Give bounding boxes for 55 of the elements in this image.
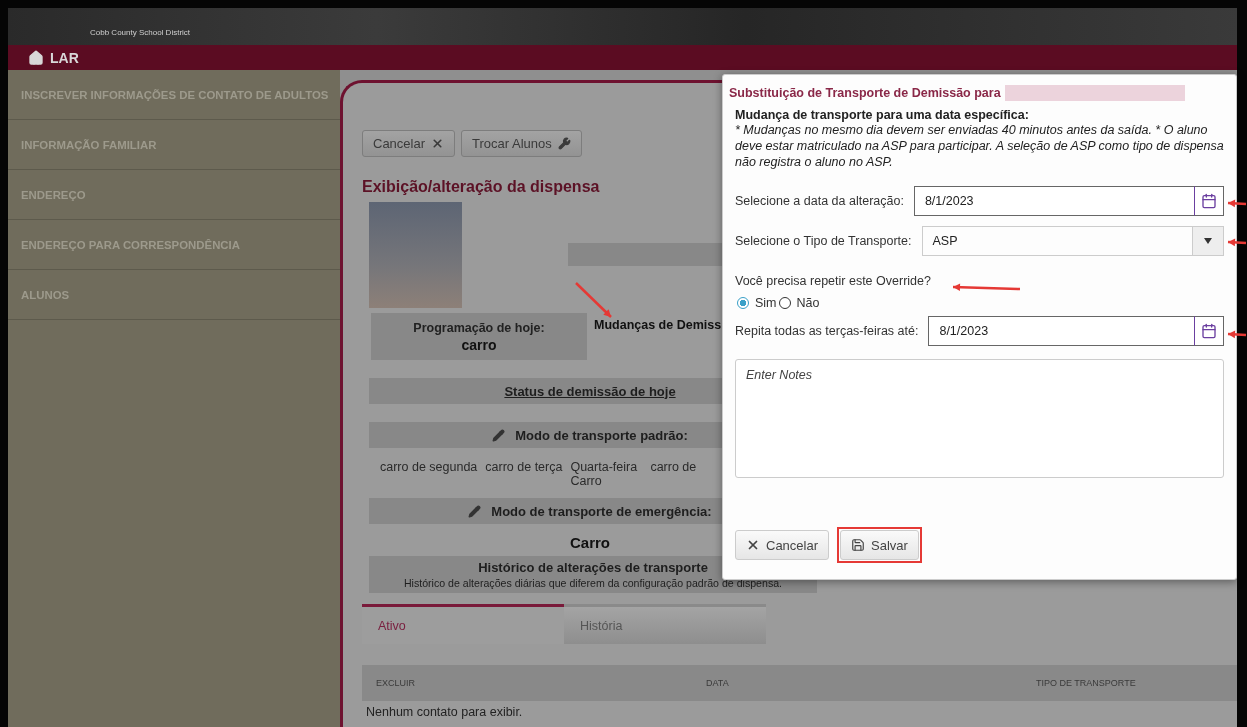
radio-button[interactable] [778,297,791,309]
save-button[interactable]: Salvar [840,530,919,560]
calendar-icon [1201,323,1217,339]
emergency-mode-value: Carro [570,534,610,551]
radio-label: Não [796,296,820,310]
annotation-arrow [1227,237,1247,248]
annotation-arrow [1227,198,1247,209]
date-field[interactable]: 8/1/2023 [913,186,1194,216]
history-title: Histórico de alterações de transporte [478,560,708,575]
day-mode: carro de segunda [380,460,478,476]
repeat-question: Você precisa repetir este Override? [735,274,932,288]
field-label: Selecione o Tipo de Transporte: [735,234,912,248]
nav-title[interactable]: LAR [50,49,79,66]
day-mode: Quarta-feira Carro [570,460,639,488]
transport-select[interactable]: ASP [921,226,1224,256]
column-header: DATA [706,678,730,688]
calendar-button[interactable] [1194,186,1224,216]
date-field[interactable]: 8/1/2023 [928,316,1194,346]
section-heading: Modo de transporte padrão: [515,427,688,443]
tab[interactable]: História [564,604,766,644]
page-title: Exibição/alteração da dispensa [362,178,601,196]
save-icon [851,538,866,552]
history-subtitle: Histórico de alterações diárias que diferem da configuração padrão de dispensa. [403,577,783,589]
day-mode: carro de [650,460,697,476]
switch-students-button[interactable]: Trocar Alunos [461,130,582,157]
wrench-icon [557,137,571,150]
field-label: Repita todas as terças-feiras até: [735,324,919,338]
pencil-icon[interactable] [468,504,482,518]
dialog-note: * Mudanças no mesmo dia devem ser enviadas 40 minutos antes da saída. * O aluno deve estar matriculado na ASP para participar. A seleção de ASP como tipo de dispensa não registra o aluno no ASP. [735,122,1224,170]
cancel-button[interactable]: Cancelar [362,130,456,157]
column-header: TIPO DE TRANSPORTE [1036,678,1137,688]
calendar-icon [1201,193,1217,209]
annotation-arrow [952,282,1021,294]
field-label: Selecione a data da alteração: [735,194,904,208]
radio-label: Sim [755,296,777,310]
close-icon [746,538,760,552]
day-mode: carro de terça [485,460,563,476]
empty-message: Nenhum contato para exibir. [366,705,524,719]
radio-button[interactable] [737,297,749,309]
notes-field[interactable]: Enter Notes [735,359,1224,478]
district-name: Cobb County School District [90,28,191,37]
changes-label: Mudanças de Demiss [594,318,722,334]
column-header: EXCLUIR [376,678,416,688]
schedule-value: carro [461,336,497,353]
dialog-title: Substituição de Transporte de Demissão para [729,86,1001,100]
pencil-icon[interactable] [492,428,506,442]
schedule-label: Programação de hoje: [413,320,545,335]
annotation-arrow [1227,329,1247,340]
caret-icon [1204,238,1212,244]
home-icon[interactable] [28,49,44,66]
cancel-button[interactable]: Cancelar [735,530,830,560]
calendar-button[interactable] [1194,316,1224,346]
dialog-heading: Mudança de transporte para uma data específica: [735,108,1030,122]
status-link[interactable]: Status de demissão de hoje [504,383,676,399]
section-heading: Modo de transporte de emergência: [491,503,712,519]
